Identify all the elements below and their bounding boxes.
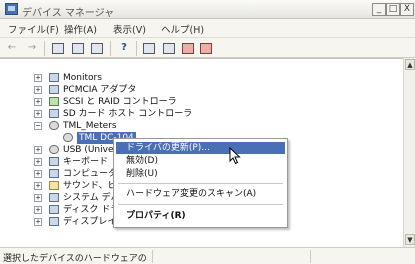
tree-label: キーボード <box>63 157 109 167</box>
close-button[interactable]: X <box>400 3 414 16</box>
tree-node-tml-meters[interactable]: − TML_Meters <box>0 120 400 132</box>
scan-hardware-icon[interactable] <box>163 43 175 54</box>
minimize-button[interactable]: _ <box>372 3 386 16</box>
expand-icon[interactable]: + <box>34 182 42 190</box>
vertical-scrollbar[interactable]: ▲ ▼ <box>403 58 415 247</box>
tree-node-pcmcia[interactable]: + PCMCIA アダプタ <box>0 84 400 96</box>
status-bar: 選択したデバイスのハードウェアの <box>0 247 415 264</box>
menu-bar: ファイル(F) 操作(A) 表示(V) ヘルプ(H) <box>0 19 415 37</box>
computer-view-icon[interactable] <box>143 43 155 54</box>
keyboard-icon <box>49 157 59 166</box>
back-arrow-icon[interactable]: ← <box>4 41 20 55</box>
expand-icon[interactable]: + <box>34 146 42 154</box>
scsi-icon <box>49 97 59 106</box>
help-icon[interactable]: ? <box>116 41 132 55</box>
expand-icon[interactable]: + <box>34 206 42 214</box>
device-manager-icon <box>5 3 18 15</box>
menu-file[interactable]: ファイル(F) <box>8 22 59 36</box>
device-class-icon <box>49 121 59 130</box>
device-manager-window: デバイス マネージャ _ □ X ファイル(F) 操作(A) 表示(V) ヘルプ… <box>0 0 415 264</box>
toolbar: ← → ? <box>0 37 415 58</box>
expand-icon[interactable]: + <box>34 194 42 202</box>
properties-icon[interactable] <box>72 43 84 54</box>
usb-icon <box>49 145 59 154</box>
menu-properties[interactable]: プロパティ(R) <box>116 210 285 222</box>
menu-help[interactable]: ヘルプ(H) <box>161 22 204 36</box>
menu-view[interactable]: 表示(V) <box>113 22 146 36</box>
sound-icon <box>49 181 59 190</box>
tree-node-monitors[interactable]: + Monitors <box>0 72 400 84</box>
forward-arrow-icon[interactable]: → <box>24 41 40 55</box>
system-devices-icon <box>49 193 59 202</box>
expand-icon[interactable]: + <box>34 86 42 94</box>
title-bar: デバイス マネージャ _ □ X <box>0 0 415 19</box>
menu-update-driver[interactable]: ドライバの更新(P)... <box>116 142 285 154</box>
scroll-up-icon[interactable]: ▲ <box>405 59 415 70</box>
toolbar-separator <box>136 41 137 56</box>
collapse-icon[interactable]: − <box>34 122 42 130</box>
maximize-button[interactable]: □ <box>386 3 400 16</box>
tree-label: SD カード ホスト コントローラ <box>63 109 193 119</box>
menu-disable[interactable]: 無効(D) <box>116 155 285 167</box>
expand-icon[interactable]: + <box>34 170 42 178</box>
expand-icon[interactable]: + <box>34 158 42 166</box>
disk-drive-icon <box>49 205 59 214</box>
tree-node-sd-host[interactable]: + SD カード ホスト コントローラ <box>0 108 400 120</box>
usb-device-icon <box>63 133 73 142</box>
menu-separator <box>118 183 283 184</box>
status-divider <box>152 250 153 263</box>
tree-label: コンピュータ <box>63 169 118 179</box>
scroll-down-icon[interactable]: ▼ <box>405 234 415 245</box>
menu-separator <box>118 204 283 205</box>
expand-icon[interactable]: + <box>34 110 42 118</box>
tree-label: PCMCIA アダプタ <box>63 85 137 95</box>
print-icon[interactable] <box>91 43 103 54</box>
window-title: デバイス マネージャ <box>22 8 115 19</box>
toolbar-separator <box>110 41 111 56</box>
tree-label: SCSI と RAID コントローラ <box>63 97 177 107</box>
monitor-icon <box>49 73 59 82</box>
toolbar-separator <box>44 41 45 56</box>
tree-label: TML_Meters <box>63 121 117 131</box>
pcmcia-icon <box>49 85 59 94</box>
expand-icon[interactable]: + <box>34 74 42 82</box>
display-adapter-icon <box>49 217 59 226</box>
uninstall-icon[interactable] <box>182 43 194 54</box>
menu-scan-hardware[interactable]: ハードウェア変更のスキャン(A) <box>116 188 285 200</box>
mouse-pointer-icon <box>229 147 241 165</box>
expand-icon[interactable]: + <box>34 98 42 106</box>
tree-label: Monitors <box>63 73 102 83</box>
show-hide-tree-icon[interactable] <box>52 43 64 54</box>
menu-action[interactable]: 操作(A) <box>64 22 97 36</box>
sd-card-icon <box>49 109 59 118</box>
status-text: 選択したデバイスのハードウェアの <box>3 254 147 264</box>
context-menu: ドライバの更新(P)... 無効(D) 削除(U) ハードウェア変更のスキャン(… <box>113 138 288 228</box>
expand-icon[interactable]: + <box>34 218 42 226</box>
status-divider <box>310 250 311 263</box>
menu-uninstall[interactable]: 削除(U) <box>116 168 285 180</box>
tree-node-scsi[interactable]: + SCSI と RAID コントローラ <box>0 96 400 108</box>
computer-icon <box>49 169 59 178</box>
disable-icon[interactable] <box>200 43 212 54</box>
